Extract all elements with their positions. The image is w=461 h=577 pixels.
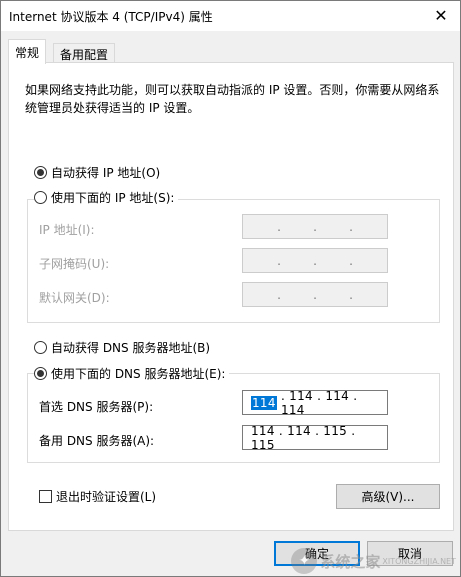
subnet-mask-input: ... [242,248,388,273]
subnet-mask-label: 子网掩码(U): [39,257,110,271]
general-panel: 如果网络支持此功能，则可以获取自动指派的 IP 设置。否则，你需要从网络系统管理… [8,62,454,531]
close-icon[interactable]: ✕ [426,4,456,26]
tcpip-properties-dialog: Internet 协议版本 4 (TCP/IPv4) 属性 ✕ 常规 备用配置 … [0,0,461,577]
auto-dns-option[interactable]: 自动获得 DNS 服务器地址(B) [34,339,210,356]
window-title: Internet 协议版本 4 (TCP/IPv4) 属性 [9,10,213,24]
preferred-dns-selected-octet: 114 [251,395,277,410]
watermark: ✦ 系统之家 XITONGZHIJIA.NET [291,548,456,574]
manual-dns-radio[interactable] [34,367,47,380]
title-bar: Internet 协议版本 4 (TCP/IPv4) 属性 ✕ [1,1,460,31]
preferred-dns-input[interactable]: 114 . 114 . 114 . 114 [242,388,388,417]
watermark-url: XITONGZHIJIA.NET [382,556,456,566]
default-gateway-label: 默认网关(D): [39,291,110,305]
validate-on-exit-label: 退出时验证设置(L) [56,490,157,504]
auto-ip-option[interactable]: 自动获得 IP 地址(O) [34,164,160,181]
auto-ip-label: 自动获得 IP 地址(O) [51,166,161,180]
manual-dns-label: 使用下面的 DNS 服务器地址(E): [51,367,226,381]
auto-dns-label: 自动获得 DNS 服务器地址(B) [51,341,211,355]
ip-address-input: ... [242,214,388,239]
watermark-text: 系统之家 [320,552,381,571]
advanced-button[interactable]: 高级(V)... [336,484,440,509]
alternate-dns-input[interactable]: 114 . 114 . 115 . 115 [242,423,388,452]
validate-on-exit-checkbox[interactable] [39,490,52,503]
description-text: 如果网络支持此功能，则可以获取自动指派的 IP 设置。否则，你需要从网络系统管理… [25,83,440,115]
auto-ip-radio[interactable] [34,166,47,179]
manual-ip-radio[interactable] [34,191,47,204]
validate-on-exit-option[interactable]: 退出时验证设置(L) [39,488,156,505]
manual-dns-option[interactable]: 使用下面的 DNS 服务器地址(E): [34,365,230,382]
preferred-dns-rest: . 114 . 114 . 114 [280,388,358,417]
preferred-dns-label: 首选 DNS 服务器(P): [39,400,154,414]
manual-ip-option[interactable]: 使用下面的 IP 地址(S): [34,189,179,206]
ip-address-label: IP 地址(I): [39,223,95,237]
alternate-dns-label: 备用 DNS 服务器(A): [39,434,155,448]
tab-general[interactable]: 常规 [8,39,47,64]
auto-dns-radio[interactable] [34,341,47,354]
default-gateway-input: ... [242,282,388,307]
manual-ip-label: 使用下面的 IP 地址(S): [51,191,175,205]
tab-alternate-config[interactable]: 备用配置 [53,43,116,63]
alternate-dns-value: 114 . 114 . 115 . 115 [251,423,356,452]
watermark-logo-icon: ✦ [291,548,318,574]
